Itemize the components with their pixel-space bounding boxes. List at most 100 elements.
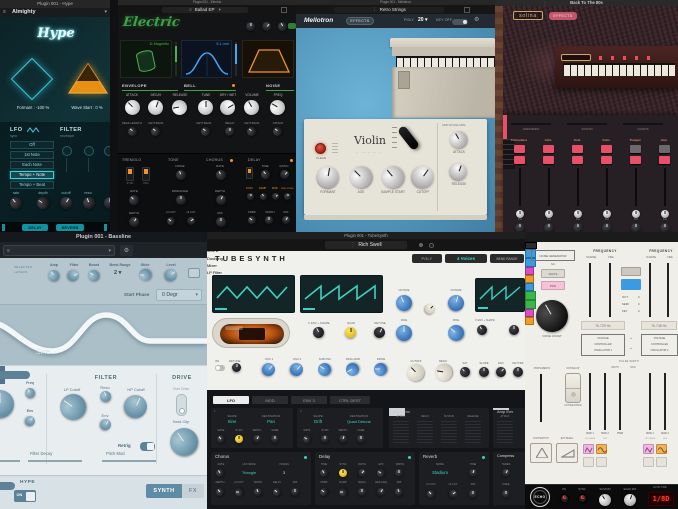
tab-ctrl-dest[interactable]: CTRL DEST: [330, 396, 370, 404]
lfo2-sync-button[interactable]: [321, 435, 329, 443]
horn-fader-track[interactable]: [664, 168, 666, 206]
vco2-fine-track[interactable]: [667, 263, 669, 317]
cutoff-knob[interactable]: [407, 161, 439, 193]
vco2-fine-handle[interactable]: [525, 300, 536, 309]
chorus-width-knob[interactable]: [252, 486, 264, 498]
lfo1-fade-knob[interactable]: [271, 435, 279, 443]
osc2-display[interactable]: [475, 278, 525, 312]
violin-button-bottom[interactable]: [601, 156, 612, 164]
lfo1-dest-value[interactable]: Pan: [251, 419, 291, 424]
lfo2-dest-value[interactable]: Quad Detune: [337, 420, 381, 424]
quad-knob[interactable]: [345, 327, 356, 338]
effects-button[interactable]: EFFECTS: [346, 17, 374, 25]
vco2-mod2-handle[interactable]: [525, 317, 534, 325]
pickup-display[interactable]: D-Magnetic: [120, 40, 172, 78]
chorus-slider-track[interactable]: [623, 123, 663, 125]
delay-sync-button[interactable]: [339, 469, 347, 477]
chorus-voices-value[interactable]: 3: [271, 471, 297, 475]
delay-damp-knob[interactable]: [339, 488, 347, 496]
hp-cutoff-knob[interactable]: [120, 391, 151, 422]
master-knob-1[interactable]: [246, 22, 255, 31]
delay-ratio-knob[interactable]: [278, 168, 291, 181]
drywet-knob[interactable]: [217, 97, 238, 118]
poly-value[interactable]: 20 ▾: [418, 18, 427, 23]
horn-pan-knob[interactable]: [661, 210, 669, 218]
noise-attack-knob[interactable]: [271, 125, 284, 138]
mixer-ringmod-knob[interactable]: [343, 360, 362, 379]
tab-mod[interactable]: MOD: [252, 396, 288, 404]
cello-pan-knob[interactable]: [545, 210, 553, 218]
osc2-fine-knob[interactable]: [444, 321, 468, 345]
vco1-mod1-handle[interactable]: [525, 267, 534, 275]
level-knob[interactable]: [162, 266, 180, 284]
lfo2-fade-knob[interactable]: [357, 435, 365, 443]
gear-button[interactable]: ⚙: [120, 244, 133, 256]
chorus-locut-knob[interactable]: [235, 488, 243, 496]
dot-icon[interactable]: [419, 243, 423, 247]
echo-mix-knob[interactable]: [622, 492, 638, 508]
delay-on-switch[interactable]: [246, 167, 253, 179]
delay-sync-badge[interactable]: SYNC: [246, 187, 253, 191]
formant-diamond-display[interactable]: [10, 57, 54, 101]
osc-freq-knob[interactable]: [23, 386, 37, 400]
fenv-decay-slider[interactable]: [417, 421, 433, 445]
synth-tab-button[interactable]: SYNTH: [146, 484, 182, 498]
mixer-osc2-knob[interactable]: [287, 360, 306, 379]
mixer-subosc-knob[interactable]: [315, 360, 334, 379]
osc1-display[interactable]: [300, 275, 383, 313]
tone-midrange-knob[interactable]: [176, 195, 186, 205]
vco1-coarse-track[interactable]: [589, 263, 591, 317]
pitch-mod-slider-track[interactable]: [102, 460, 156, 462]
delay-hpf-knob[interactable]: [375, 467, 387, 479]
filter-cutoff-knob[interactable]: [57, 194, 75, 212]
osc1-fine-knob[interactable]: [396, 325, 412, 341]
delay-damp-knob[interactable]: [258, 191, 269, 202]
chevron-down-icon[interactable]: ▾: [104, 10, 107, 15]
lfo1-depth-knob[interactable]: [251, 433, 263, 445]
partial-chip-2[interactable]: [0, 482, 15, 490]
osc2-extra-knob[interactable]: [509, 325, 519, 335]
sub-osc-display[interactable]: [212, 275, 295, 313]
keyboard-keys[interactable]: [396, 56, 495, 67]
chorus-wave-value[interactable]: Triangle: [233, 471, 265, 475]
reverb-time-knob[interactable]: [467, 467, 479, 479]
delay-pingpong-knob[interactable]: [284, 193, 291, 200]
tremolo-rate-knob[interactable]: [126, 192, 142, 208]
voice-count-knob[interactable]: [530, 294, 574, 338]
tune-knob[interactable]: [198, 100, 213, 115]
vco1-mod2-track[interactable]: [604, 373, 606, 430]
delay-width2-knob[interactable]: [395, 469, 403, 477]
tab-env3[interactable]: ENV 3: [291, 396, 327, 404]
drive-knob[interactable]: [164, 422, 204, 462]
sub-decay-knob[interactable]: [225, 127, 234, 136]
contra-bass-button-bottom[interactable]: [514, 156, 525, 164]
chorus-rate-knob[interactable]: [214, 467, 226, 479]
delay-fdbk-knob[interactable]: [318, 486, 330, 498]
viola-button-bottom[interactable]: [572, 156, 583, 164]
contra-bass-pan-knob[interactable]: [516, 210, 524, 218]
hype-preset-name[interactable]: Almighty: [12, 9, 36, 16]
delay-width-knob[interactable]: [265, 216, 273, 224]
start-phase-dropdown[interactable]: 0 Degr ▾: [156, 289, 202, 301]
osc-blend-knob[interactable]: [422, 301, 438, 317]
tone-locut-knob[interactable]: [165, 215, 177, 227]
viola-pan-knob[interactable]: [574, 210, 582, 218]
tab-reverb[interactable]: REVERB: [56, 224, 84, 231]
chorus-depth-knob[interactable]: [214, 486, 226, 498]
circle-icon[interactable]: [429, 242, 434, 248]
lfo1-sync-button[interactable]: [235, 435, 243, 443]
tab-lfo[interactable]: LFO: [213, 396, 249, 404]
filter-keytrk-knob[interactable]: [513, 367, 523, 377]
bassline-preset-dropdown[interactable]: ≡ ▾: [3, 244, 115, 256]
delay-ratio-knob[interactable]: [356, 467, 368, 479]
menu-icon[interactable]: ≡: [3, 10, 6, 15]
delay-time-knob[interactable]: [318, 467, 330, 479]
lfo2-shape-value[interactable]: Drift: [301, 419, 335, 424]
voices-badge[interactable]: [288, 23, 296, 29]
lfo-depth-knob[interactable]: [34, 194, 52, 212]
boost-knob[interactable]: [85, 267, 102, 284]
delay-resfrq-knob[interactable]: [375, 486, 387, 498]
master-knob-2[interactable]: [260, 20, 273, 33]
lfo2-rate-knob[interactable]: [301, 433, 313, 445]
noise-display[interactable]: [242, 40, 294, 78]
